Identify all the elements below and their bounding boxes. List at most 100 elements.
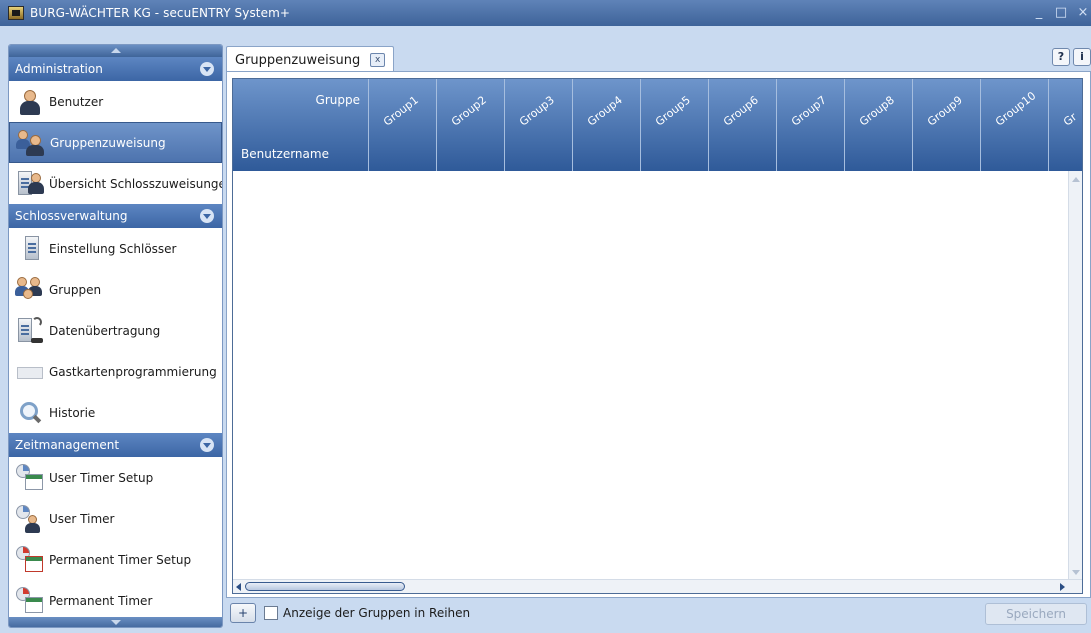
sidebar-item-label: Gruppenzuweisung (50, 135, 166, 150)
main-content: Gruppe Benutzername Group1 Group2 Group3 Gr… (226, 71, 1091, 598)
sidebar-scroll-up[interactable] (9, 45, 222, 57)
horizontal-scrollbar[interactable] (233, 579, 1082, 593)
save-button[interactable]: Speichern (985, 603, 1087, 625)
sidebar-body: Administration Benutzer Gruppenzuweisung… (9, 57, 222, 617)
section-label: Zeitmanagement (15, 438, 120, 452)
grid-column-header[interactable]: Group9 (913, 79, 981, 171)
section-header-schlossverwaltung[interactable]: Schlossverwaltung (9, 204, 222, 228)
collapse-chevron-icon[interactable] (200, 438, 214, 452)
sidebar-item-gastkartenprogrammierung[interactable]: Gastkartenprogrammierung (9, 351, 222, 392)
user-timer-setup-icon (15, 463, 45, 493)
help-button[interactable]: ? (1052, 48, 1070, 66)
vertical-scrollbar[interactable] (1068, 171, 1082, 581)
sidebar-item-datenuebertragung[interactable]: Datenübertragung (9, 310, 222, 351)
sidebar-item-label: Permanent Timer (49, 593, 153, 608)
section-label: Schlossverwaltung (15, 209, 128, 223)
sidebar-item-label: Einstellung Schlösser (49, 241, 177, 256)
scroll-up-icon[interactable] (1072, 177, 1080, 182)
close-button[interactable]: × (1075, 5, 1091, 21)
sidebar-item-gruppenzuweisung[interactable]: Gruppenzuweisung (9, 122, 222, 163)
section-header-administration[interactable]: Administration (9, 57, 222, 81)
groups-icon (15, 275, 45, 305)
sidebar-item-user-timer[interactable]: User Timer (9, 498, 222, 539)
grid-column-header[interactable]: Group5 (641, 79, 709, 171)
corner-label-benutzername[interactable]: Benutzername (241, 147, 329, 161)
add-button[interactable]: + (230, 603, 256, 623)
user-icon (15, 87, 45, 117)
permanent-timer-setup-icon (15, 545, 45, 575)
collapse-chevron-icon[interactable] (200, 209, 214, 223)
arrow-down-icon (110, 620, 121, 625)
window-title: BURG-WÄCHTER KG - secuENTRY System+ (30, 6, 291, 20)
data-transfer-icon (15, 316, 45, 346)
sidebar-item-uebersicht-schlosszuweisungen[interactable]: Übersicht Schlosszuweisunge (9, 163, 222, 204)
sidebar-item-einstellung-schloesser[interactable]: Einstellung Schlösser (9, 228, 222, 269)
help-buttons: ? i (1049, 48, 1091, 66)
minimize-button[interactable]: _ (1031, 5, 1047, 21)
sidebar-item-label: User Timer Setup (49, 470, 154, 485)
window-controls: _ □ × (1025, 0, 1091, 26)
sidebar-item-permanent-timer-setup[interactable]: Permanent Timer Setup (9, 539, 222, 580)
collapse-chevron-icon[interactable] (200, 62, 214, 76)
sidebar-item-label: Gruppen (49, 282, 102, 297)
tab-bar: Gruppenzuweisung x ? i (226, 44, 1091, 73)
group-assignment-grid: Gruppe Benutzername Group1 Group2 Group3 Gr… (232, 78, 1083, 594)
column-header-label: Group5 (652, 93, 693, 129)
column-header-label: Group3 (516, 93, 557, 129)
sidebar-item-label: Gastkartenprogrammierung (49, 364, 217, 379)
column-header-label: Group1 (380, 93, 421, 129)
section-header-zeitmanagement[interactable]: Zeitmanagement (9, 433, 222, 457)
grid-column-header[interactable]: Group3 (505, 79, 573, 171)
sidebar-item-label: Benutzer (49, 94, 104, 109)
grid-corner-header: Gruppe Benutzername (233, 79, 369, 171)
title-bar: BURG-WÄCHTER KG - secuENTRY System+ _ □ … (0, 0, 1091, 26)
sidebar-item-gruppen[interactable]: Gruppen (9, 269, 222, 310)
grid-column-header[interactable]: Group2 (437, 79, 505, 171)
group-assignment-icon (16, 128, 46, 158)
sidebar-item-benutzer[interactable]: Benutzer (9, 81, 222, 122)
grid-column-header[interactable]: Gr (1049, 79, 1082, 171)
lock-settings-icon (15, 234, 45, 264)
grid-column-header[interactable]: Group7 (777, 79, 845, 171)
info-button[interactable]: i (1073, 48, 1091, 66)
sidebar-item-user-timer-setup[interactable]: User Timer Setup (9, 457, 222, 498)
grid-column-header[interactable]: Group6 (709, 79, 777, 171)
corner-label-gruppe: Gruppe (315, 93, 360, 107)
rows-display-checkbox[interactable] (264, 606, 278, 620)
column-header-label: Group4 (584, 93, 625, 129)
sidebar-item-permanent-timer[interactable]: Permanent Timer (9, 580, 222, 617)
column-header-label: Group2 (448, 93, 489, 129)
section-label: Administration (15, 62, 103, 76)
sidebar-item-historie[interactable]: Historie (9, 392, 222, 433)
navigation-sidebar: Administration Benutzer Gruppenzuweisung… (8, 44, 223, 628)
scroll-right-icon[interactable] (1060, 583, 1065, 591)
sidebar-item-label: Historie (49, 405, 96, 420)
grid-column-header[interactable]: Group8 (845, 79, 913, 171)
lock-assignment-icon (15, 169, 45, 199)
guest-card-icon (15, 357, 45, 387)
tab-close-button[interactable]: x (370, 53, 386, 67)
column-header-label: Group6 (720, 93, 761, 129)
maximize-button[interactable]: □ (1053, 5, 1069, 21)
rows-display-label[interactable]: Anzeige der Gruppen in Reihen (283, 606, 470, 620)
scroll-left-icon[interactable] (236, 583, 241, 591)
bottom-bar: + Anzeige der Gruppen in Reihen Speicher… (226, 600, 1091, 628)
grid-header: Gruppe Benutzername Group1 Group2 Group3 Gr… (233, 79, 1082, 171)
scroll-down-icon[interactable] (1072, 570, 1080, 575)
tab-gruppenzuweisung[interactable]: Gruppenzuweisung x (226, 46, 395, 73)
history-icon (15, 398, 45, 428)
sidebar-scroll-down[interactable] (9, 617, 222, 627)
grid-column-header[interactable]: Group4 (573, 79, 641, 171)
sidebar-item-label: User Timer (49, 511, 115, 526)
column-header-label: Group8 (856, 93, 897, 129)
grid-column-header[interactable]: Group10 (981, 79, 1049, 171)
tab-label: Gruppenzuweisung (235, 52, 361, 68)
user-timer-icon (15, 504, 45, 534)
column-header-label: Group10 (992, 89, 1039, 129)
horizontal-scroll-thumb[interactable] (245, 582, 405, 591)
grid-column-header[interactable]: Group1 (369, 79, 437, 171)
sidebar-item-label: Übersicht Schlosszuweisunge (49, 176, 222, 191)
arrow-up-icon (110, 48, 121, 53)
column-header-label: Group9 (924, 93, 965, 129)
column-header-label: Group7 (788, 93, 829, 129)
